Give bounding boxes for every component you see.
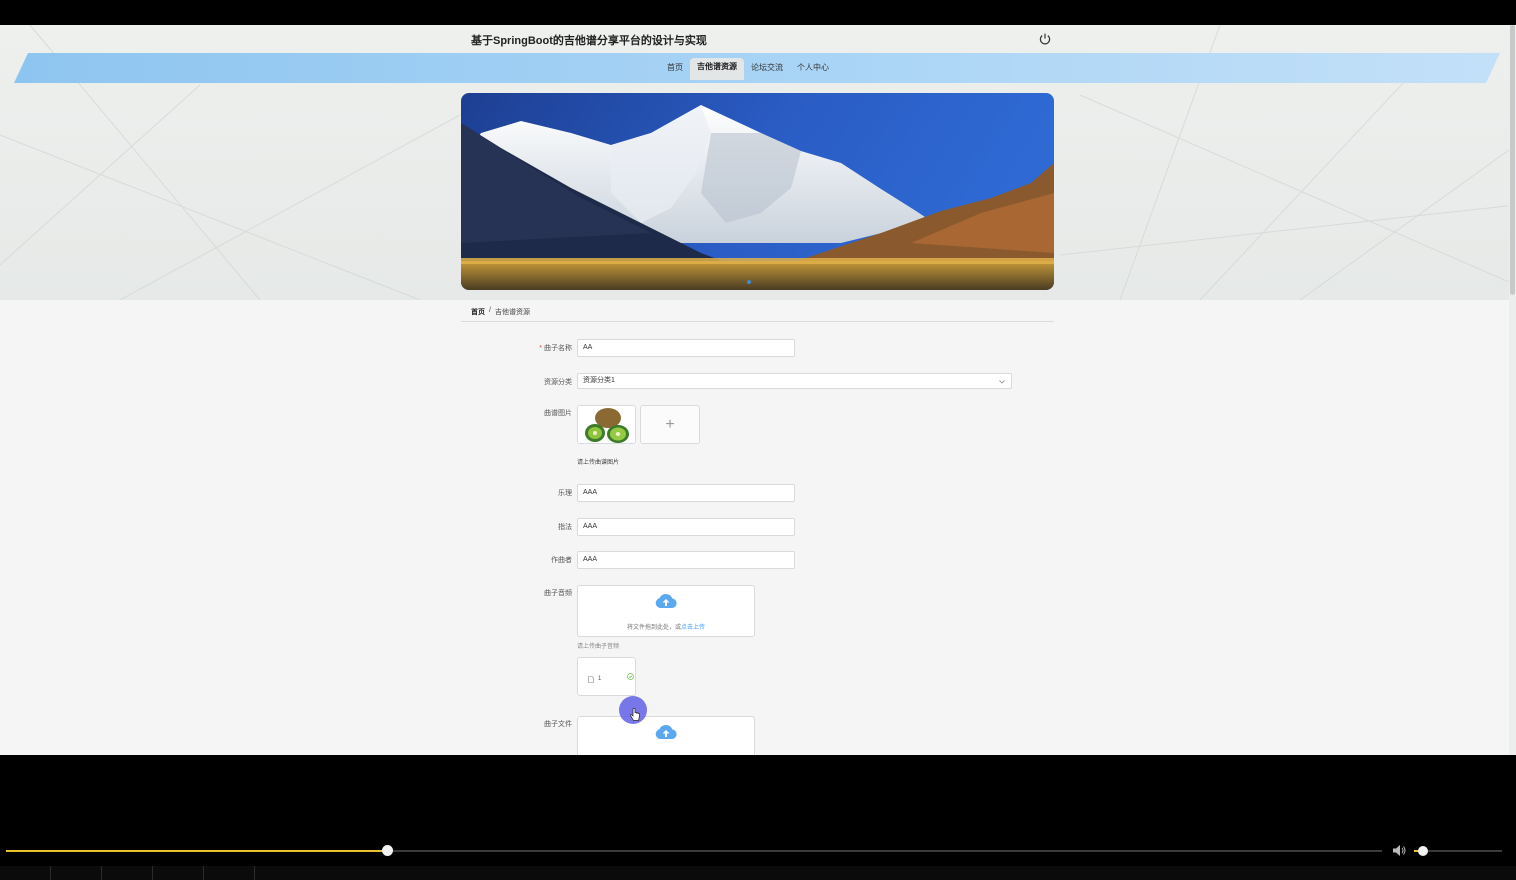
cloud-upload-icon bbox=[655, 593, 677, 608]
taskbar-slot[interactable] bbox=[0, 866, 51, 880]
composer-input[interactable]: AAA bbox=[577, 551, 795, 569]
file-label: 曲子文件 bbox=[544, 721, 572, 728]
cloud-upload-icon bbox=[655, 724, 677, 739]
breadcrumb-separator: / bbox=[489, 307, 491, 314]
taskbar-slot[interactable] bbox=[102, 866, 153, 880]
audio-dropzone[interactable]: 将文件拖到此处，或点击上传 bbox=[577, 585, 755, 637]
carousel-indicator[interactable] bbox=[747, 280, 751, 284]
volume-icon[interactable] bbox=[1392, 844, 1407, 857]
category-select-value: 资源分类1 bbox=[583, 377, 615, 384]
breadcrumb-home[interactable]: 首页 bbox=[471, 307, 485, 317]
image-label: 曲谱图片 bbox=[544, 410, 572, 417]
technique-label: 指法 bbox=[558, 524, 572, 531]
taskbar-slot[interactable] bbox=[204, 866, 255, 880]
success-check-icon bbox=[627, 673, 634, 680]
category-select[interactable]: 资源分类1 bbox=[577, 373, 1012, 389]
banner-carousel[interactable] bbox=[461, 93, 1054, 290]
breadcrumb-current: 吉他谱资源 bbox=[494, 309, 530, 316]
top-black-bar bbox=[0, 0, 1516, 25]
uploaded-audio-file[interactable]: 1 bbox=[577, 657, 636, 696]
nav-personal-center[interactable]: 个人中心 bbox=[790, 60, 836, 82]
hand-cursor-icon bbox=[630, 708, 640, 721]
nav-home[interactable]: 首页 bbox=[660, 60, 690, 82]
main-nav: 首页 吉他谱资源 论坛交流 个人中心 bbox=[660, 58, 836, 82]
site-title: 基于SpringBoot的吉他谱分享平台的设计与实现 bbox=[471, 35, 707, 47]
composer-label: 作曲者 bbox=[551, 557, 572, 564]
uploaded-audio-filename: 1 bbox=[598, 676, 602, 682]
page-scrollbar-thumb[interactable] bbox=[1510, 25, 1515, 295]
add-image-button[interactable]: + bbox=[640, 405, 700, 444]
theory-input[interactable]: AAA bbox=[577, 484, 795, 502]
breadcrumb-divider bbox=[461, 321, 1054, 322]
document-icon bbox=[588, 676, 594, 683]
song-name-input[interactable]: AA bbox=[577, 339, 795, 357]
image-hint: 请上传曲谱图片 bbox=[577, 460, 620, 466]
kiwi-image bbox=[578, 406, 635, 443]
song-name-label: * 曲子名称 bbox=[539, 345, 572, 352]
category-label: 资源分类 bbox=[544, 379, 572, 386]
mountain-banner-image bbox=[461, 93, 1054, 290]
audio-label: 曲子音频 bbox=[544, 590, 572, 597]
theory-label: 乐理 bbox=[558, 490, 572, 497]
power-icon[interactable] bbox=[1038, 32, 1052, 46]
nav-forum[interactable]: 论坛交流 bbox=[744, 60, 790, 82]
seek-bar-progress bbox=[6, 850, 388, 852]
audio-drop-text: 将文件拖到此处，或点击上传 bbox=[626, 625, 706, 631]
volume-slider-handle[interactable] bbox=[1417, 846, 1428, 856]
chevron-down-icon bbox=[999, 380, 1005, 384]
taskbar-strip bbox=[0, 866, 1516, 880]
video-player-controls bbox=[0, 755, 1516, 880]
browser-viewport: 基于SpringBoot的吉他谱分享平台的设计与实现 首页 吉他谱资源 论坛交流… bbox=[0, 25, 1516, 755]
uploaded-image-thumbnail[interactable] bbox=[577, 405, 636, 444]
nav-guitar-resources[interactable]: 吉他谱资源 bbox=[690, 58, 744, 80]
breadcrumb: 首页 / 吉他谱资源 bbox=[471, 307, 530, 317]
audio-hint: 请上传曲子音频 bbox=[577, 644, 620, 650]
technique-input[interactable]: AAA bbox=[577, 518, 795, 536]
taskbar-slot[interactable] bbox=[51, 866, 102, 880]
audio-click-upload-link[interactable]: 点击上传 bbox=[681, 625, 705, 631]
file-dropzone[interactable] bbox=[577, 716, 755, 755]
taskbar-slot[interactable] bbox=[153, 866, 204, 880]
